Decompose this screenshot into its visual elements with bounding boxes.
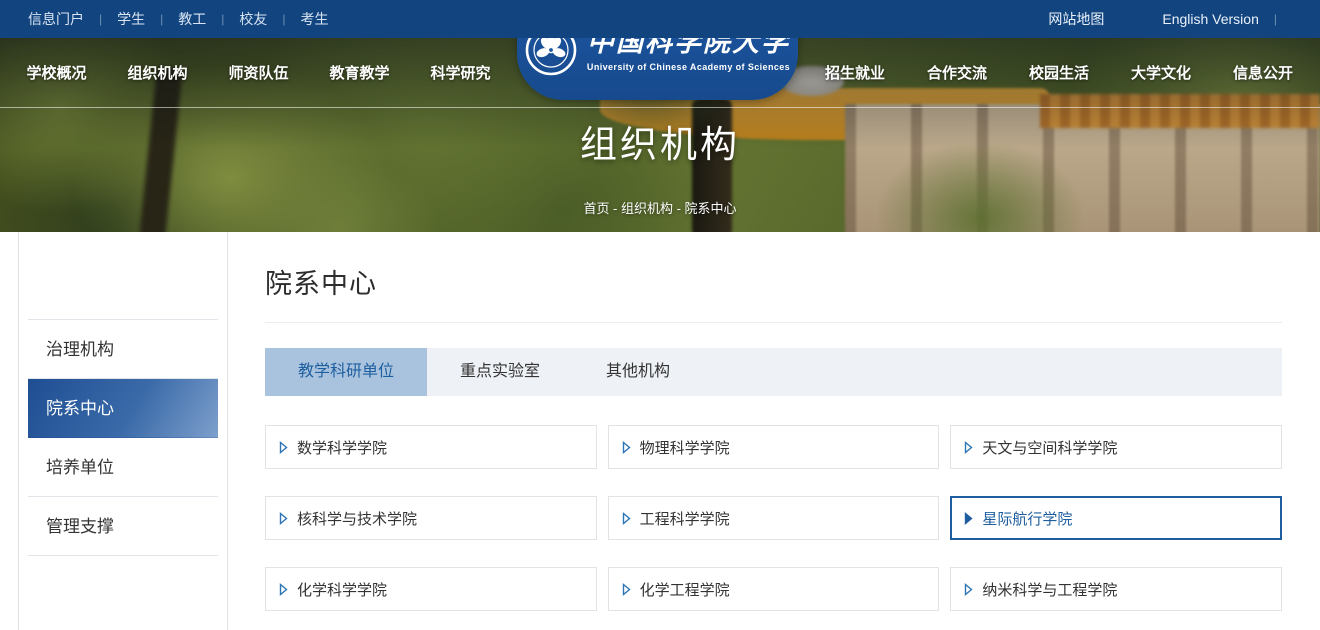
tab-other-institutions[interactable]: 其他机构 <box>573 348 703 396</box>
page: 信息门户 | 学生 | 教工 | 校友 | 考生 网站地图 English Ve… <box>0 0 1320 630</box>
divider <box>265 322 1282 323</box>
department-label: 工程科学学院 <box>640 508 730 529</box>
arrow-right-icon <box>964 441 973 454</box>
tab-bar: 教学科研单位 重点实验室 其他机构 <box>265 348 1282 396</box>
nav-item-admissions[interactable]: 招生就业 <box>825 62 885 83</box>
arrow-right-icon <box>622 441 631 454</box>
arrow-right-icon <box>622 512 631 525</box>
arrow-right-icon <box>279 512 288 525</box>
nav-item-organization[interactable]: 组织机构 <box>127 62 187 83</box>
arrow-right-icon <box>964 583 973 596</box>
department-label: 化学科学学院 <box>297 579 387 600</box>
department-label: 纳米科学与工程学院 <box>982 579 1117 600</box>
arrow-right-icon <box>279 441 288 454</box>
main-panel: 院系中心 教学科研单位 重点实验室 其他机构 数学科学学院 物理科学学院 天 <box>265 232 1282 611</box>
department-label: 化学工程学院 <box>640 579 730 600</box>
sidebar-item-schools[interactable]: 院系中心 <box>28 379 218 438</box>
sidebar: 治理机构 院系中心 培养单位 管理支撑 <box>18 232 228 630</box>
nav-item-culture[interactable]: 大学文化 <box>1131 62 1191 83</box>
sidebar-item-governance[interactable]: 治理机构 <box>28 320 218 379</box>
nav-item-info-disclosure[interactable]: 信息公开 <box>1233 62 1293 83</box>
department-card-engineering[interactable]: 工程科学学院 <box>608 496 940 540</box>
sidebar-menu: 治理机构 院系中心 培养单位 管理支撑 <box>28 319 218 556</box>
topbar-link-alumni[interactable]: 校友 <box>239 9 267 29</box>
department-card-interstellar[interactable]: 星际航行学院 <box>950 496 1282 540</box>
nav-left-group: 学校概况 组织机构 师资队伍 教育教学 科学研究 <box>0 62 517 83</box>
department-card-chemical-science[interactable]: 化学科学学院 <box>265 567 597 611</box>
tab-key-laboratories[interactable]: 重点实验室 <box>427 348 573 396</box>
english-version-link[interactable]: English Version <box>1162 11 1259 27</box>
nav-item-research[interactable]: 科学研究 <box>430 62 490 83</box>
topbar-link-applicants[interactable]: 考生 <box>301 9 329 29</box>
nav-item-cooperation[interactable]: 合作交流 <box>927 62 987 83</box>
top-utility-bar: 信息门户 | 学生 | 教工 | 校友 | 考生 网站地图 English Ve… <box>0 0 1320 38</box>
topbar-left-links: 信息门户 | 学生 | 教工 | 校友 | 考生 <box>28 9 329 29</box>
arrow-right-icon <box>964 512 973 525</box>
nav-item-campus-life[interactable]: 校园生活 <box>1029 62 1089 83</box>
breadcrumb[interactable]: 首页 - 组织机构 - 院系中心 <box>0 198 1320 217</box>
section-title: 院系中心 <box>265 232 1282 301</box>
department-card-nuclear[interactable]: 核科学与技术学院 <box>265 496 597 540</box>
arrow-right-icon <box>279 583 288 596</box>
separator: | <box>160 12 163 26</box>
department-card-astronomy[interactable]: 天文与空间科学学院 <box>950 425 1282 469</box>
logo-name-english: University of Chinese Academy of Science… <box>587 62 790 72</box>
department-label: 物理科学学院 <box>640 437 730 458</box>
department-label: 数学科学学院 <box>297 437 387 458</box>
nav-item-faculty[interactable]: 师资队伍 <box>228 62 288 83</box>
topbar-link-students[interactable]: 学生 <box>117 9 145 29</box>
topbar-link-faculty[interactable]: 教工 <box>178 9 206 29</box>
nav-item-education[interactable]: 教育教学 <box>329 62 389 83</box>
department-card-physics[interactable]: 物理科学学院 <box>608 425 940 469</box>
topbar-right-links: 网站地图 English Version | <box>1048 9 1292 29</box>
department-card-mathematics[interactable]: 数学科学学院 <box>265 425 597 469</box>
department-card-chemical-engineering[interactable]: 化学工程学院 <box>608 567 940 611</box>
department-label: 星际航行学院 <box>982 508 1072 529</box>
separator: | <box>221 12 224 26</box>
department-label: 天文与空间科学学院 <box>982 437 1117 458</box>
sidebar-item-admin-support[interactable]: 管理支撑 <box>28 497 218 556</box>
nav-item-about[interactable]: 学校概况 <box>26 62 86 83</box>
nav-right-group: 招生就业 合作交流 校园生活 大学文化 信息公开 <box>798 62 1320 83</box>
topbar-link-portal[interactable]: 信息门户 <box>28 9 84 29</box>
arrow-right-icon <box>622 583 631 596</box>
department-grid: 数学科学学院 物理科学学院 天文与空间科学学院 核科学与技术学院 工程科学学院 <box>265 425 1282 611</box>
department-card-nanoscience[interactable]: 纳米科学与工程学院 <box>950 567 1282 611</box>
department-label: 核科学与技术学院 <box>297 508 417 529</box>
content-area: 治理机构 院系中心 培养单位 管理支撑 院系中心 教学科研单位 重点实验室 其他… <box>0 232 1320 630</box>
separator: | <box>1274 12 1277 26</box>
separator: | <box>282 12 285 26</box>
sitemap-link[interactable]: 网站地图 <box>1048 9 1104 29</box>
separator: | <box>99 12 102 26</box>
tab-teaching-research-units[interactable]: 教学科研单位 <box>265 348 427 396</box>
page-title: 组织机构 <box>0 114 1320 168</box>
sidebar-item-training-units[interactable]: 培养单位 <box>28 438 218 497</box>
